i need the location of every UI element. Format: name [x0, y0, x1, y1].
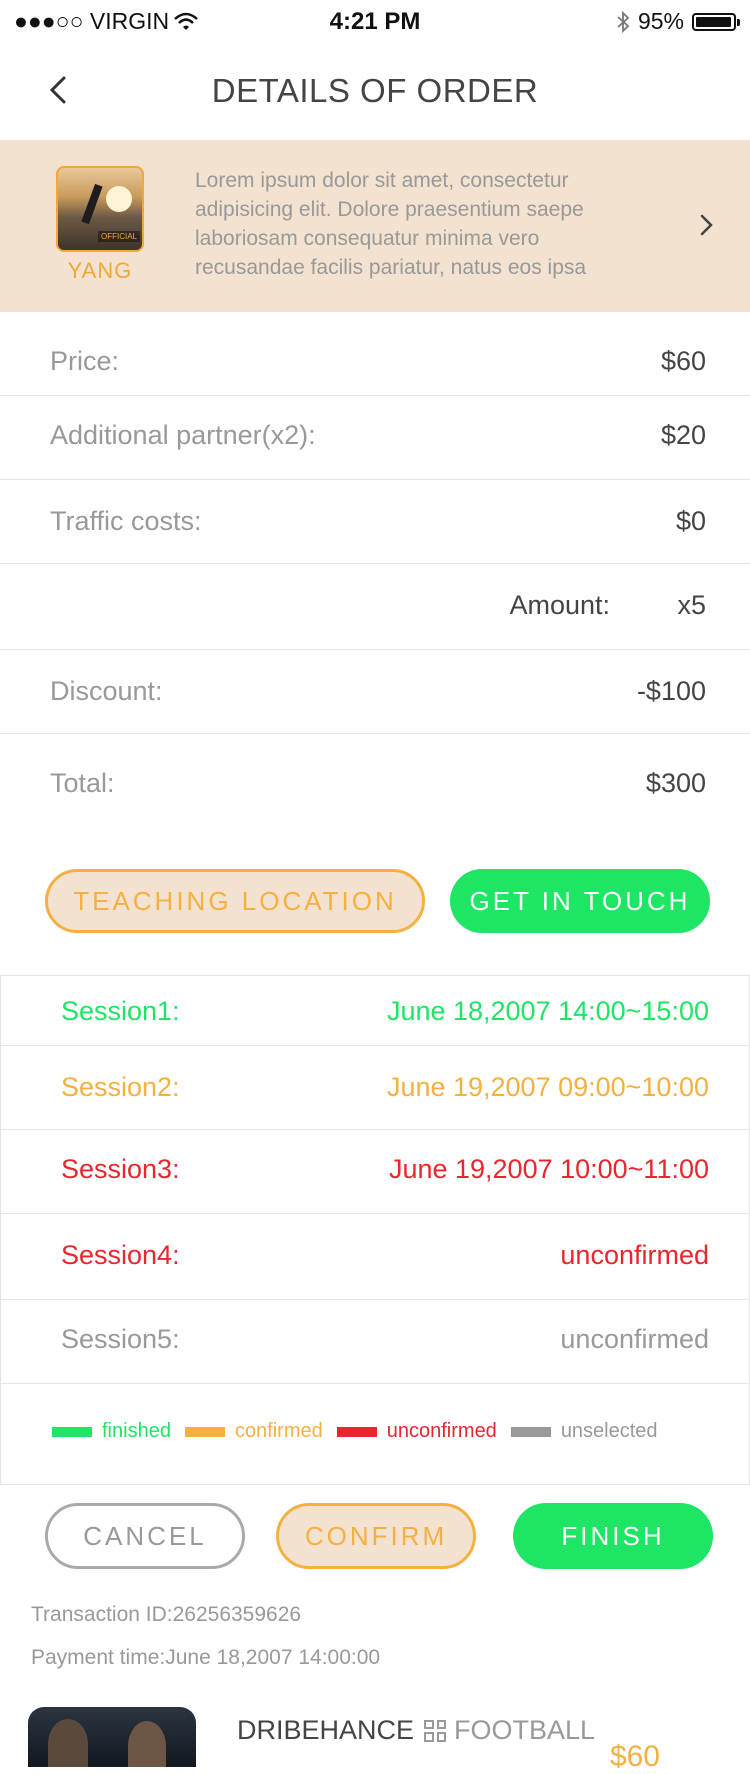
status-bar: ●●●○○ VIRGIN 4:21 PM 95% — [0, 0, 750, 44]
legend-label: unselected — [560, 1420, 658, 1442]
discount-row: Discount: -$100 — [0, 650, 750, 734]
status-legend: finished confirmed unconfirmed unselecte… — [52, 1420, 672, 1443]
discount-value: -$100 — [636, 676, 706, 706]
session-value: unconfirmed — [560, 1240, 709, 1270]
coach-name: YANG — [67, 258, 133, 283]
session-label: Session5: — [61, 1324, 180, 1354]
battery-icon — [692, 12, 740, 31]
grid-icon — [424, 1719, 447, 1742]
transaction-id: Transaction ID:26256359626 — [31, 1603, 302, 1626]
cancel-button[interactable]: CANCEL — [45, 1503, 245, 1569]
session-label: Session4: — [61, 1240, 180, 1270]
amount-label: Amount: — [509, 590, 610, 620]
finish-button[interactable]: FINISH — [513, 1503, 713, 1569]
coach-thumbnail: OFFICIAL — [56, 166, 144, 252]
traffic-row: Traffic costs: $0 — [0, 480, 750, 564]
legend-item-confirmed: confirmed — [184, 1420, 323, 1443]
total-row: Total: $300 — [0, 734, 750, 824]
price-value: $60 — [660, 346, 706, 376]
session-value: June 18,2007 14:00~15:00 — [386, 996, 709, 1026]
legend-label: unconfirmed — [386, 1420, 497, 1442]
course-title: DRIBEHANCE — [237, 1715, 415, 1745]
confirm-button[interactable]: CONFIRM — [276, 1503, 476, 1569]
session-label: Session2: — [61, 1072, 180, 1102]
teaching-location-button[interactable]: TEACHING LOCATION — [45, 869, 425, 933]
legend-item-finished: finished — [52, 1420, 171, 1443]
partner-value: $20 — [660, 420, 706, 450]
session-row[interactable]: Session5: unconfirmed — [1, 1300, 749, 1384]
legend-swatch — [184, 1426, 225, 1437]
legend-swatch — [52, 1426, 92, 1437]
thumbnail-tag: OFFICIAL — [97, 231, 140, 242]
get-in-touch-button[interactable]: GET IN TOUCH — [450, 869, 710, 933]
session-label: Session3: — [61, 1154, 180, 1184]
session-row[interactable]: Session4: unconfirmed — [1, 1214, 749, 1300]
course-title-row: DRIBEHANCE FOOTBALL — [237, 1715, 595, 1746]
session-value: unconfirmed — [560, 1324, 709, 1354]
session-value: June 19,2007 09:00~10:00 — [386, 1072, 709, 1102]
total-value: $300 — [645, 768, 706, 798]
legend-label: confirmed — [234, 1420, 323, 1442]
discount-label: Discount: — [50, 676, 163, 706]
legend-swatch — [336, 1426, 377, 1437]
legend-item-unconfirmed: unconfirmed — [336, 1420, 497, 1443]
course-category: FOOTBALL — [424, 1715, 595, 1746]
page-title: DETAILS OF ORDER — [211, 72, 539, 109]
traffic-label: Traffic costs: — [50, 506, 202, 536]
coach-description: Lorem ipsum dolor sit amet, consectetur … — [195, 169, 587, 279]
partner-row: Additional partner(x2): $20 — [0, 396, 750, 480]
legend-swatch — [510, 1426, 551, 1437]
legend-label: finished — [102, 1420, 171, 1442]
price-row: Price: $60 — [0, 312, 750, 396]
session-label: Session1: — [61, 996, 180, 1026]
partner-label: Additional partner(x2): — [50, 420, 316, 450]
sessions-panel: Session1: June 18,2007 14:00~15:00 Sessi… — [0, 975, 750, 1485]
session-row[interactable]: Session3: June 19,2007 10:00~11:00 — [1, 1130, 749, 1214]
status-right: 95% — [616, 8, 740, 35]
amount-value: x5 — [677, 590, 706, 620]
amount-row: Amount: x5 — [0, 564, 750, 650]
legend-item-unselected: unselected — [510, 1420, 658, 1443]
course-thumbnail[interactable] — [28, 1707, 196, 1767]
session-row[interactable]: Session2: June 19,2007 09:00~10:00 — [1, 1046, 749, 1130]
nav-bar: DETAILS OF ORDER — [0, 44, 750, 140]
session-value: June 19,2007 10:00~11:00 — [388, 1154, 709, 1184]
battery-percent: 95% — [637, 8, 684, 34]
price-label: Price: — [50, 346, 120, 376]
bluetooth-icon — [617, 10, 630, 33]
course-category-label: FOOTBALL — [454, 1715, 596, 1745]
session-row[interactable]: Session1: June 18,2007 14:00~15:00 — [1, 976, 749, 1046]
total-label: Total: — [50, 768, 115, 798]
payment-time: Payment time:June 18,2007 14:00:00 — [31, 1646, 381, 1669]
coach-banner[interactable]: OFFICIAL YANG Lorem ipsum dolor sit amet… — [0, 140, 750, 312]
chevron-right-icon[interactable] — [692, 210, 722, 240]
traffic-value: $0 — [675, 506, 706, 536]
course-price: $60 — [609, 1740, 660, 1773]
